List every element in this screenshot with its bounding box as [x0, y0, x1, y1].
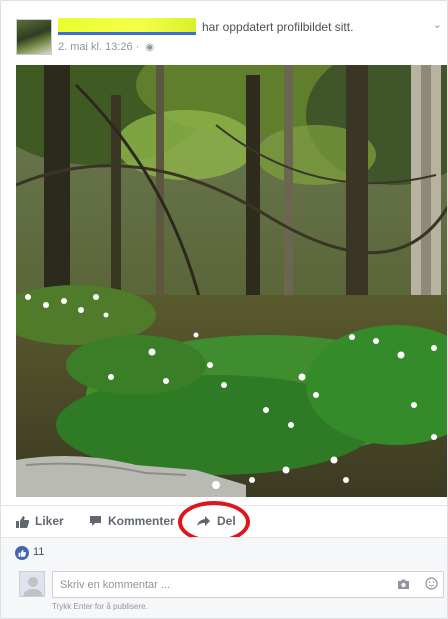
forest-scene-image — [16, 65, 447, 497]
comment-input[interactable] — [52, 571, 444, 598]
camera-icon[interactable] — [397, 577, 410, 595]
user-avatar — [19, 571, 45, 597]
timestamp-text: 2. mai kl. 13:26 · — [58, 41, 143, 53]
emoji-icon[interactable] — [425, 577, 438, 595]
publish-hint: Trykk Enter for å publisere. — [52, 602, 148, 611]
thumbs-up-icon — [15, 515, 29, 528]
author-name-redacted[interactable] — [58, 18, 196, 35]
profile-photo[interactable] — [16, 65, 447, 497]
like-label: Liker — [35, 514, 64, 528]
profile-avatar[interactable] — [16, 19, 52, 55]
post-action-text: har oppdatert profilbildet sitt. — [202, 20, 354, 34]
post-timestamp[interactable]: 2. mai kl. 13:26 · ◉ — [58, 41, 154, 53]
comment-composer: Trykk Enter for å publisere. — [1, 565, 447, 618]
reactions-summary[interactable]: 11 — [1, 537, 447, 565]
post-header: har oppdatert profilbildet sitt. 2. mai … — [1, 1, 447, 63]
comment-button[interactable]: Kommenter — [89, 514, 175, 528]
like-reaction-icon — [15, 546, 29, 560]
like-count: 11 — [33, 546, 45, 558]
comment-bubble-icon — [89, 515, 102, 527]
comment-label: Kommenter — [108, 514, 175, 528]
globe-icon: ◉ — [145, 42, 155, 53]
chevron-down-icon[interactable]: ⌄ — [433, 18, 442, 31]
like-button[interactable]: Liker — [15, 514, 64, 528]
feed-post: har oppdatert profilbildet sitt. 2. mai … — [0, 0, 448, 619]
